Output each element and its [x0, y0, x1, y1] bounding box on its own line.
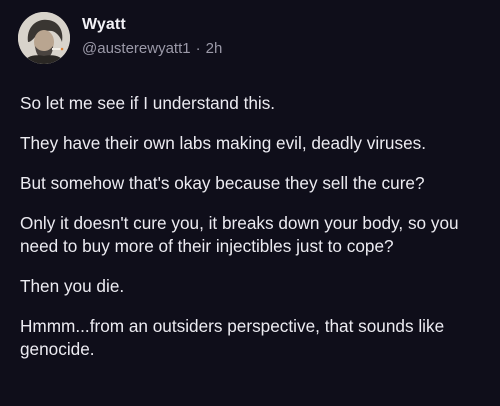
post-paragraph: Only it doesn't cure you, it breaks down… — [20, 213, 459, 256]
avatar[interactable] — [18, 12, 70, 64]
avatar-image — [18, 12, 70, 64]
post-paragraph: Hmmm...from an outsiders perspective, th… — [20, 316, 445, 359]
post-timestamp[interactable]: 2h — [206, 40, 223, 57]
post-body: So let me see if I understand this. They… — [20, 92, 486, 378]
author-handle[interactable]: @austerewyatt1 — [82, 40, 191, 57]
post-card: Wyatt @austerewyatt1 · 2h So let me see if… — [0, 0, 500, 406]
post-paragraph: So let me see if I understand this. — [20, 93, 276, 113]
post-meta: @austerewyatt1 · 2h — [82, 40, 222, 57]
post-paragraph: They have their own labs making evil, de… — [20, 133, 427, 153]
meta-separator: · — [195, 40, 201, 57]
post-paragraph: But somehow that's okay because they sel… — [20, 173, 425, 193]
post-paragraph: Then you die. — [20, 276, 125, 296]
author-name[interactable]: Wyatt — [82, 16, 126, 34]
